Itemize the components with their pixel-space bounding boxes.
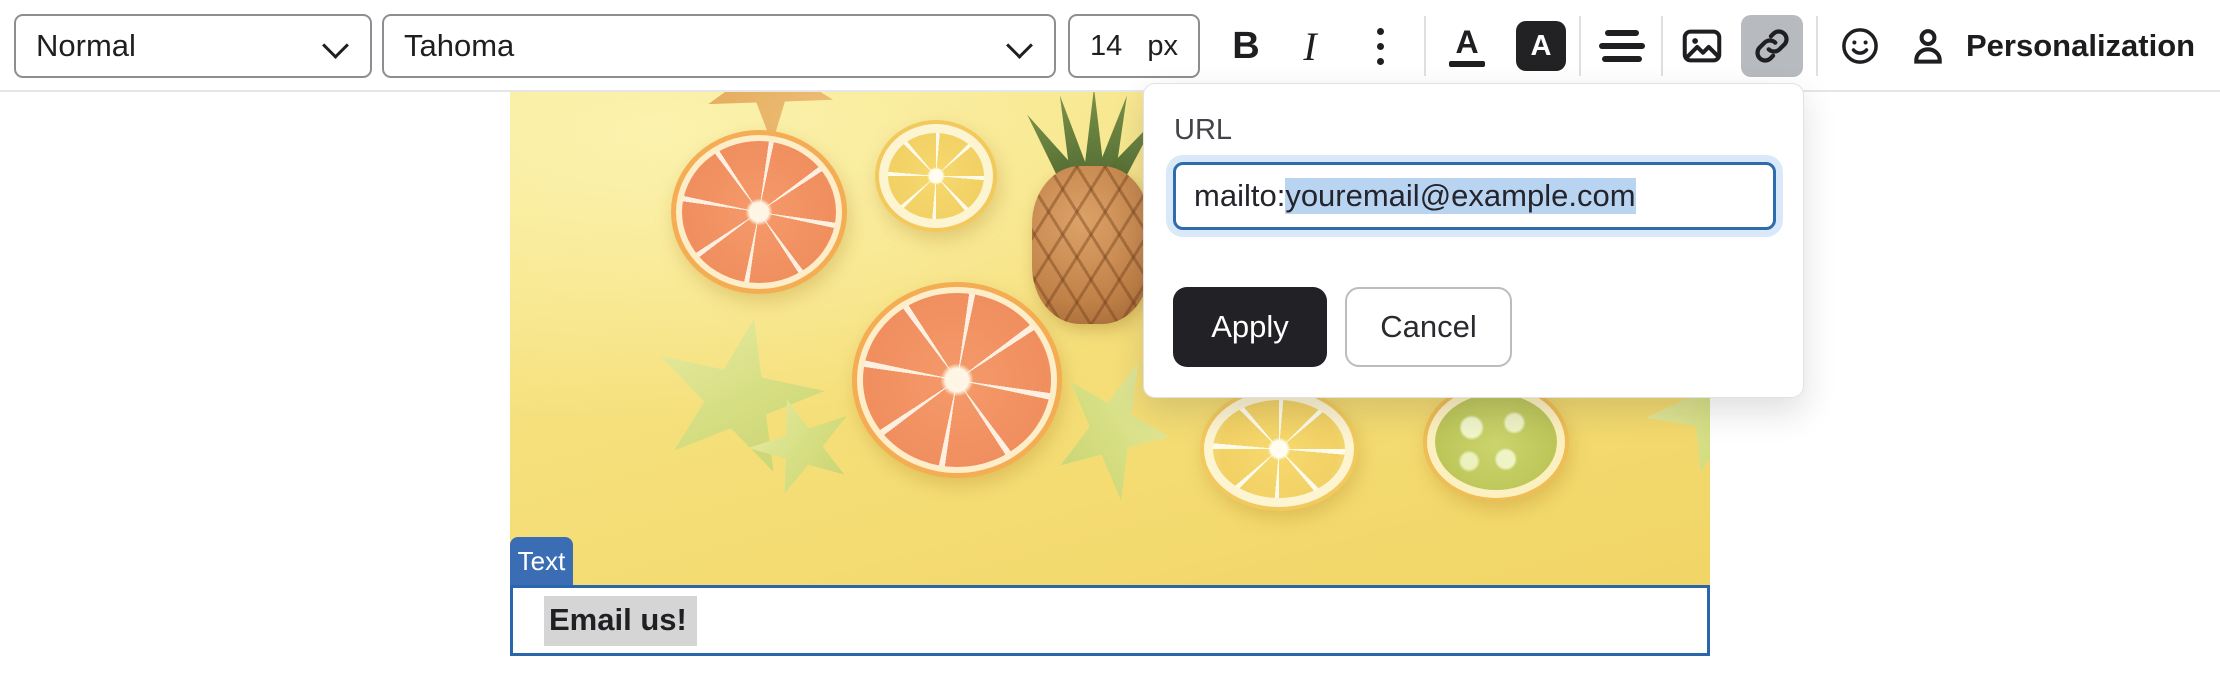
url-value-selected-text: youremail@example.com	[1285, 178, 1635, 214]
pineapple	[1030, 92, 1155, 327]
apply-button[interactable]: Apply	[1173, 287, 1327, 367]
formatting-toolbar: Normal Tahoma 14 px B I A A	[0, 0, 2220, 92]
lime-slice	[1423, 382, 1569, 502]
toolbar-divider	[1661, 16, 1663, 76]
cancel-button[interactable]: Cancel	[1345, 287, 1512, 367]
font-size-unit: px	[1147, 30, 1178, 63]
insert-image-button[interactable]	[1675, 14, 1729, 78]
toolbar-divider	[1424, 16, 1426, 76]
url-label: URL	[1174, 114, 1232, 147]
orange-slice	[852, 282, 1062, 478]
paragraph-style-value: Normal	[36, 28, 136, 64]
lemon-slice	[875, 120, 997, 232]
url-value-prefix: mailto:	[1194, 178, 1285, 214]
orange-slice	[671, 130, 847, 294]
font-family-select[interactable]: Tahoma	[382, 14, 1056, 78]
text-color-button[interactable]: A	[1440, 14, 1494, 78]
toolbar-divider	[1579, 16, 1581, 76]
bold-icon: B	[1232, 25, 1259, 68]
link-url-popover: URL mailto:youremail@example.com Apply C…	[1143, 83, 1804, 398]
highlight-color-icon: A	[1516, 21, 1566, 71]
text-block-editor[interactable]: Email us!	[510, 585, 1710, 656]
emoji-button[interactable]	[1833, 14, 1887, 78]
font-size-value: 14	[1090, 30, 1122, 63]
bold-button[interactable]: B	[1218, 14, 1274, 78]
more-options-button[interactable]	[1356, 14, 1404, 78]
align-lines-icon	[1605, 30, 1639, 36]
selected-text[interactable]: Email us!	[544, 596, 697, 646]
pineapple-body	[1032, 166, 1150, 324]
person-silhouette-icon	[1906, 24, 1950, 68]
font-family-value: Tahoma	[404, 28, 514, 64]
italic-button[interactable]: I	[1286, 14, 1334, 78]
insert-link-button-active[interactable]	[1741, 15, 1803, 77]
picture-icon	[1679, 23, 1725, 69]
lemon-slice	[1200, 387, 1358, 511]
chevron-down-icon	[1008, 33, 1034, 59]
email-editor-screen: Normal Tahoma 14 px B I A A	[0, 0, 2220, 674]
personalization-button[interactable]: Personalization	[1906, 14, 2195, 78]
italic-icon: I	[1303, 23, 1316, 70]
chain-link-icon	[1750, 24, 1794, 68]
font-size-input[interactable]: 14 px	[1068, 14, 1200, 78]
smiley-face-icon	[1839, 25, 1881, 67]
text-color-icon: A	[1455, 26, 1478, 58]
chevron-down-icon	[324, 33, 350, 59]
highlight-color-button[interactable]: A	[1514, 14, 1568, 78]
personalization-label: Personalization	[1966, 28, 2195, 64]
alignment-button[interactable]	[1596, 14, 1648, 78]
block-type-tag: Text	[510, 537, 573, 585]
vertical-ellipsis-icon	[1377, 28, 1384, 35]
toolbar-divider	[1816, 16, 1818, 76]
url-input[interactable]: mailto:youremail@example.com	[1173, 162, 1776, 230]
paragraph-style-select[interactable]: Normal	[14, 14, 372, 78]
